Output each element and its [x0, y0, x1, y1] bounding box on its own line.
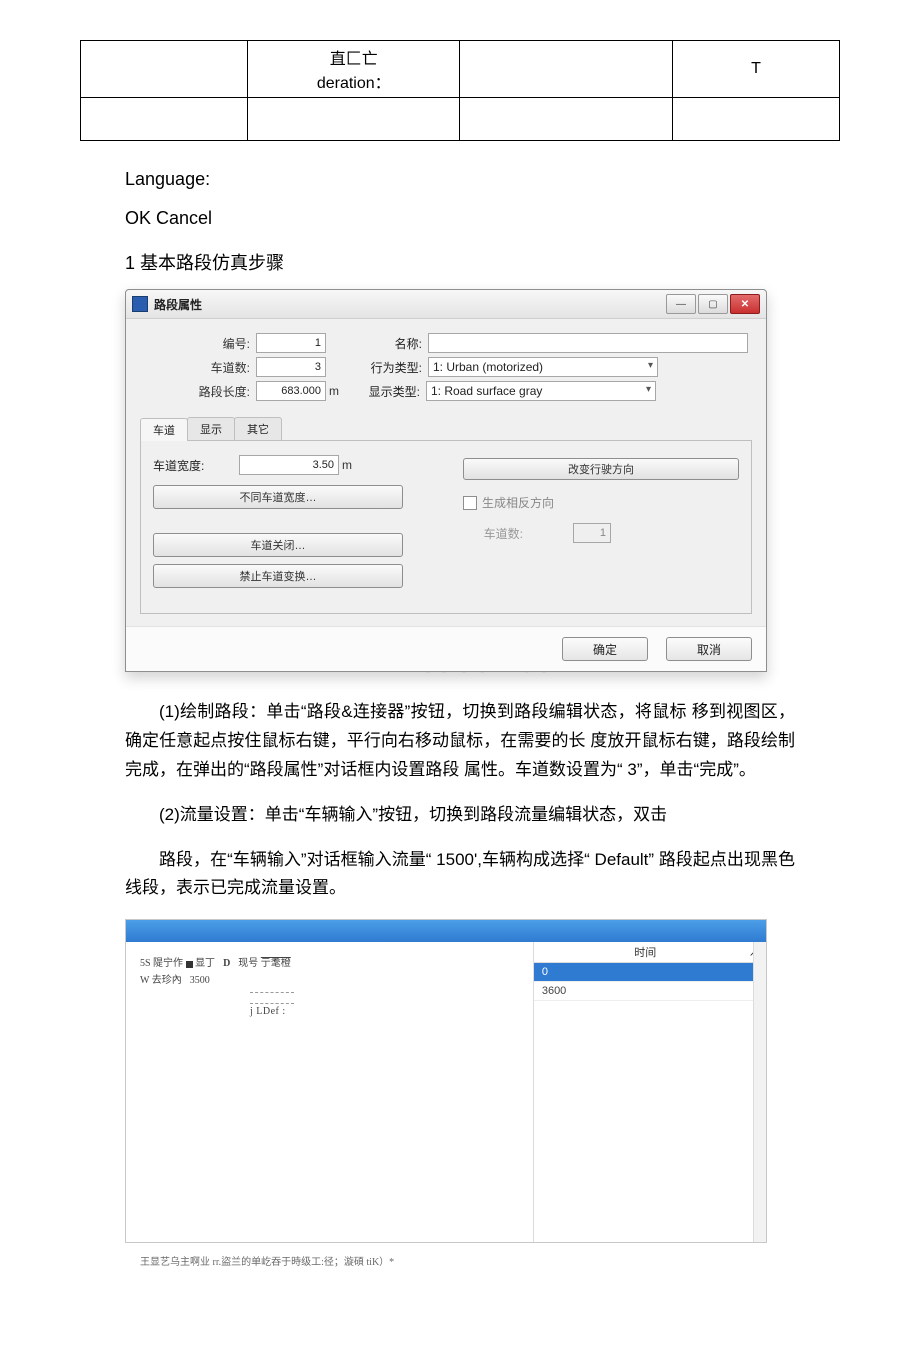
- tab-content: 车道宽度: 3.50 m 不同车道宽度… 车道关闭… 禁止车道变换… 改变行驶方…: [140, 441, 752, 614]
- select-behavior[interactable]: 1: Urban (motorized): [428, 357, 658, 377]
- top-row1-c2: [460, 41, 673, 98]
- top-row2-c2: [460, 98, 673, 141]
- label-name: 名称:: [362, 335, 428, 352]
- label-opposite: 生成相反方向: [482, 494, 554, 511]
- top-partial-table: 直匚亡 deration： T: [80, 40, 840, 141]
- d2-l1d: 现号: [238, 958, 258, 969]
- dialog2-left-pane: 5S 隄宁作 显丁 D 现号 亍耄橙 W 去珍內 3500: [126, 942, 533, 1242]
- d2-l1a: 5S 隄宁作: [140, 958, 183, 969]
- label-length: 路段长度:: [140, 383, 256, 400]
- time-column-header[interactable]: 时间 ↗: [534, 942, 766, 963]
- input-opp-lanes: 1: [573, 523, 611, 543]
- input-length[interactable]: 683.000: [256, 381, 326, 401]
- checkbox-opposite-row[interactable]: 生成相反方向: [463, 494, 739, 511]
- square-icon: [186, 961, 193, 968]
- d2-l1e: 亍耄橙: [261, 958, 291, 969]
- top-row2-c3: [673, 98, 840, 141]
- dialog-title: 路段属性: [154, 296, 664, 313]
- language-label: Language:: [125, 169, 795, 190]
- dialog-titlebar: 路段属性 — ▢ ✕: [126, 290, 766, 319]
- paragraph-3: 路段，在“车辆输入”对话框输入流量“ 1500',车辆构成选择“ Default…: [125, 846, 795, 904]
- dialog2-titlebar: [126, 920, 766, 942]
- d2-l2b: 3500: [190, 975, 210, 986]
- link-properties-dialog: 路段属性 — ▢ ✕ 编号: 1 名称: 车道数: 3 行为类型:: [125, 289, 767, 672]
- d2-l1b: 显丁: [195, 958, 215, 969]
- dialog2-right-pane: 时间 ↗ 0 3600: [533, 942, 766, 1242]
- top-row1-c3: T: [673, 41, 840, 98]
- footnote-text: 王显艺乌主啊业 rr.盜兰的单屹吞于時级工:径；漩碩 tiK）*: [140, 1253, 795, 1268]
- label-behavior: 行为类型:: [362, 359, 428, 376]
- time-row-3600[interactable]: 3600: [534, 982, 766, 1001]
- close-button[interactable]: ✕: [730, 294, 760, 314]
- label-lane-width: 车道宽度:: [153, 457, 213, 474]
- maximize-button[interactable]: ▢: [698, 294, 728, 314]
- scrollbar[interactable]: [753, 942, 766, 1242]
- input-id[interactable]: 1: [256, 333, 326, 353]
- vehicle-input-dialog: 5S 隄宁作 显丁 D 现号 亍耄橙 W 去珍內 3500: [125, 919, 767, 1243]
- top-row1-c0: [81, 41, 248, 98]
- btn-close-lane[interactable]: 车道关闭…: [153, 533, 403, 557]
- d2-ldef: j LDef :: [250, 1006, 519, 1017]
- label-display: 显示类型:: [360, 383, 426, 400]
- d2-dashes-icon: [250, 992, 294, 1004]
- tab-lane[interactable]: 车道: [140, 418, 188, 441]
- top-row1-c1: 直匚亡 deration：: [247, 41, 460, 98]
- unit-m-1: m: [329, 384, 339, 398]
- app-icon: [132, 296, 148, 312]
- tab-strip: 车道 显示 其它: [140, 417, 752, 441]
- cancel-button[interactable]: 取消: [666, 637, 752, 661]
- label-id: 编号:: [140, 335, 256, 352]
- paragraph-2: (2)流量设置：单击“车辆输入”按钮，切换到路段流量编辑状态，双击: [125, 801, 795, 830]
- ok-cancel-text: OK Cancel: [125, 208, 795, 229]
- d2-l1c: D: [223, 958, 230, 969]
- input-name[interactable]: [428, 333, 748, 353]
- top-row2-c0: [81, 98, 248, 141]
- unit-m-2: m: [342, 458, 352, 472]
- top-row2-c1: [247, 98, 460, 141]
- btn-diff-lane-width[interactable]: 不同车道宽度…: [153, 485, 403, 509]
- ok-button[interactable]: 确定: [562, 637, 648, 661]
- input-lane-width[interactable]: 3.50: [239, 455, 339, 475]
- label-lanes: 车道数:: [140, 359, 256, 376]
- time-row-0[interactable]: 0: [534, 963, 766, 982]
- checkbox-opposite[interactable]: [463, 496, 477, 510]
- select-display[interactable]: 1: Road surface gray: [426, 381, 656, 401]
- d2-l2a: W 去珍內: [140, 975, 182, 986]
- input-lanes[interactable]: 3: [256, 357, 326, 377]
- tab-display[interactable]: 显示: [187, 417, 235, 440]
- minimize-button[interactable]: —: [666, 294, 696, 314]
- btn-no-lane-change[interactable]: 禁止车道变换…: [153, 564, 403, 588]
- label-opp-lanes: 车道数:: [463, 525, 523, 542]
- paragraph-1: (1)绘制路段：单击“路段&连接器”按钮，切换到路段编辑状态，将鼠标 移到视图区…: [125, 698, 795, 785]
- btn-reverse-direction[interactable]: 改变行驶方向: [463, 458, 739, 480]
- tab-other[interactable]: 其它: [234, 417, 282, 440]
- section-heading-1: 1 基本路段仿真步骤: [125, 249, 795, 275]
